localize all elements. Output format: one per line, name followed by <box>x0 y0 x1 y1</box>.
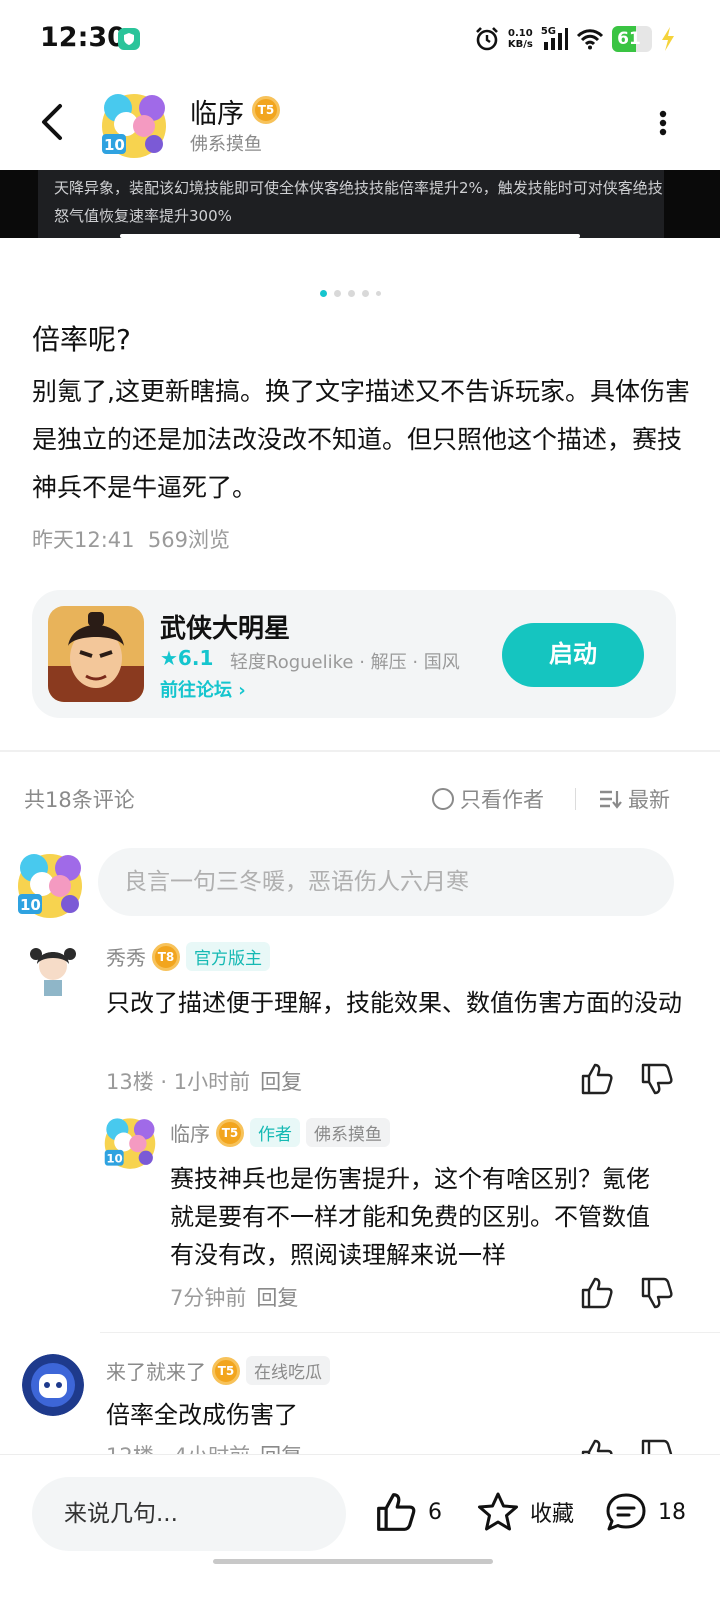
game-card[interactable]: 武侠大明星 ★6.1 轻度Roguelike · 解压 · 国风 前往论坛 › … <box>32 590 676 718</box>
my-avatar: 10 <box>18 854 82 918</box>
bottom-action-bar: 来说几句... 6 收藏 18 <box>0 1454 720 1600</box>
comment-divider <box>100 1332 720 1333</box>
alarm-icon <box>475 27 498 51</box>
comment-author: 来了就来了 T5 在线吃瓜 <box>106 1356 330 1385</box>
reply-text: 赛技神兵也是伤害提升，这个有啥区别？氪佬就是要有不一样才能和免费的区别。不管数值… <box>170 1165 650 1269</box>
pager-dot <box>362 290 369 297</box>
pager-dot <box>376 291 381 296</box>
reply-author-avatar[interactable]: 10 <box>100 1112 160 1172</box>
dislike-icon[interactable] <box>640 1062 674 1096</box>
post-body: 别氪了,这更新瞎搞。换了文字描述又不告诉玩家。具体伤害是独立的还是加法改没改不知… <box>32 377 690 502</box>
sort-icon <box>600 790 622 809</box>
author-level-badge: T5 <box>252 96 280 124</box>
wifi-icon <box>576 29 604 50</box>
svg-text:10: 10 <box>104 136 125 154</box>
game-tags: 轻度Roguelike · 解压 · 国风 <box>230 652 460 673</box>
game-rating: ★6.1 <box>160 646 214 670</box>
net-speed: 0.10 KB/s <box>507 28 533 50</box>
post-meta: 昨天12:41 569浏览 <box>32 524 230 554</box>
thumbs-up-icon <box>377 1493 416 1531</box>
charging-icon <box>662 27 674 51</box>
post-image[interactable]: 天降异象，装配该幻境技能即可使全体侠客绝技技能倍率提升2%，触发技能时可对侠客绝… <box>0 170 720 238</box>
like-icon[interactable] <box>580 1276 614 1310</box>
pager-dot <box>320 290 327 297</box>
back-arrow-icon[interactable] <box>34 102 68 142</box>
title-tag: 在线吃瓜 <box>246 1356 330 1385</box>
level-badge: T5 <box>216 1118 244 1147</box>
radio-circle-icon <box>432 788 454 810</box>
dislike-icon[interactable] <box>640 1276 674 1310</box>
pager-dot <box>334 290 341 297</box>
favorite-button[interactable]: 收藏 <box>476 1491 574 1533</box>
post-time: 昨天12:41 <box>32 528 135 552</box>
author-name[interactable]: 临序 <box>190 92 244 131</box>
comment-bubble-icon <box>606 1493 646 1531</box>
official-moderator-tag: 官方版主 <box>186 942 270 971</box>
reply-author: 临序 T5 作者 佛系摸鱼 <box>170 1118 390 1147</box>
author-tag: 作者 <box>250 1118 300 1147</box>
status-time: 12:30 <box>40 22 126 53</box>
home-indicator[interactable] <box>213 1559 493 1564</box>
comment-input[interactable] <box>98 848 674 916</box>
comment-author: 秀秀 T8 官方版主 <box>106 942 270 971</box>
say-something-input[interactable]: 来说几句... <box>32 1477 346 1551</box>
app-notification-icon <box>118 28 140 50</box>
battery-indicator: 61 <box>612 26 652 52</box>
post-views: 569浏览 <box>147 528 230 552</box>
post-title: 倍率呢? <box>32 323 131 356</box>
level-badge: T5 <box>212 1356 240 1385</box>
comment-text: 只改了描述便于理解，技能效果、数值伤害方面的没动 <box>106 989 682 1017</box>
pager-dot <box>348 290 355 297</box>
image-caption-text: 天降异象，装配该幻境技能即可使全体侠客绝技技能倍率提升2%，触发技能时可对侠客绝… <box>54 179 663 225</box>
reply-button[interactable]: 回复 <box>260 1070 302 1094</box>
svg-text:10: 10 <box>20 896 41 914</box>
comments-button[interactable]: 18 <box>604 1491 686 1533</box>
like-icon[interactable] <box>580 1062 614 1096</box>
commenter-avatar[interactable] <box>22 1354 84 1416</box>
comments-count: 共18条评论 <box>24 788 135 812</box>
commenter-avatar[interactable] <box>22 940 84 1002</box>
comment-text: 倍率全改成伤害了 <box>106 1401 298 1429</box>
launch-game-button[interactable]: 启动 <box>502 623 644 687</box>
author-only-toggle[interactable]: 只看作者 <box>432 784 544 814</box>
image-pager <box>320 290 381 297</box>
post-header: 10 临序 T5 佛系摸鱼 <box>0 80 720 170</box>
svg-text:10: 10 <box>106 1152 122 1166</box>
game-name: 武侠大明星 <box>160 614 291 644</box>
status-bar: 12:30 0.10 KB/s 5G 61 <box>0 0 720 80</box>
game-icon <box>48 606 144 702</box>
more-options-icon[interactable] <box>658 108 668 138</box>
author-title: 佛系摸鱼 <box>190 134 262 155</box>
game-forum-link[interactable]: 前往论坛 › <box>160 676 246 702</box>
level-badge: T8 <box>152 942 180 971</box>
sort-button[interactable]: 最新 <box>598 784 670 814</box>
section-divider <box>0 750 720 752</box>
star-icon <box>478 1492 518 1531</box>
author-avatar[interactable]: 10 <box>96 86 172 162</box>
title-tag: 佛系摸鱼 <box>306 1118 390 1147</box>
network-type: 5G <box>540 25 556 37</box>
header-separator <box>575 788 576 810</box>
reply-meta: 7分钟前 回复 <box>170 1286 299 1310</box>
like-post-button[interactable]: 6 <box>374 1491 442 1533</box>
comment-meta: 13楼 · 1小时前 回复 <box>106 1070 303 1094</box>
reply-button[interactable]: 回复 <box>256 1286 298 1310</box>
